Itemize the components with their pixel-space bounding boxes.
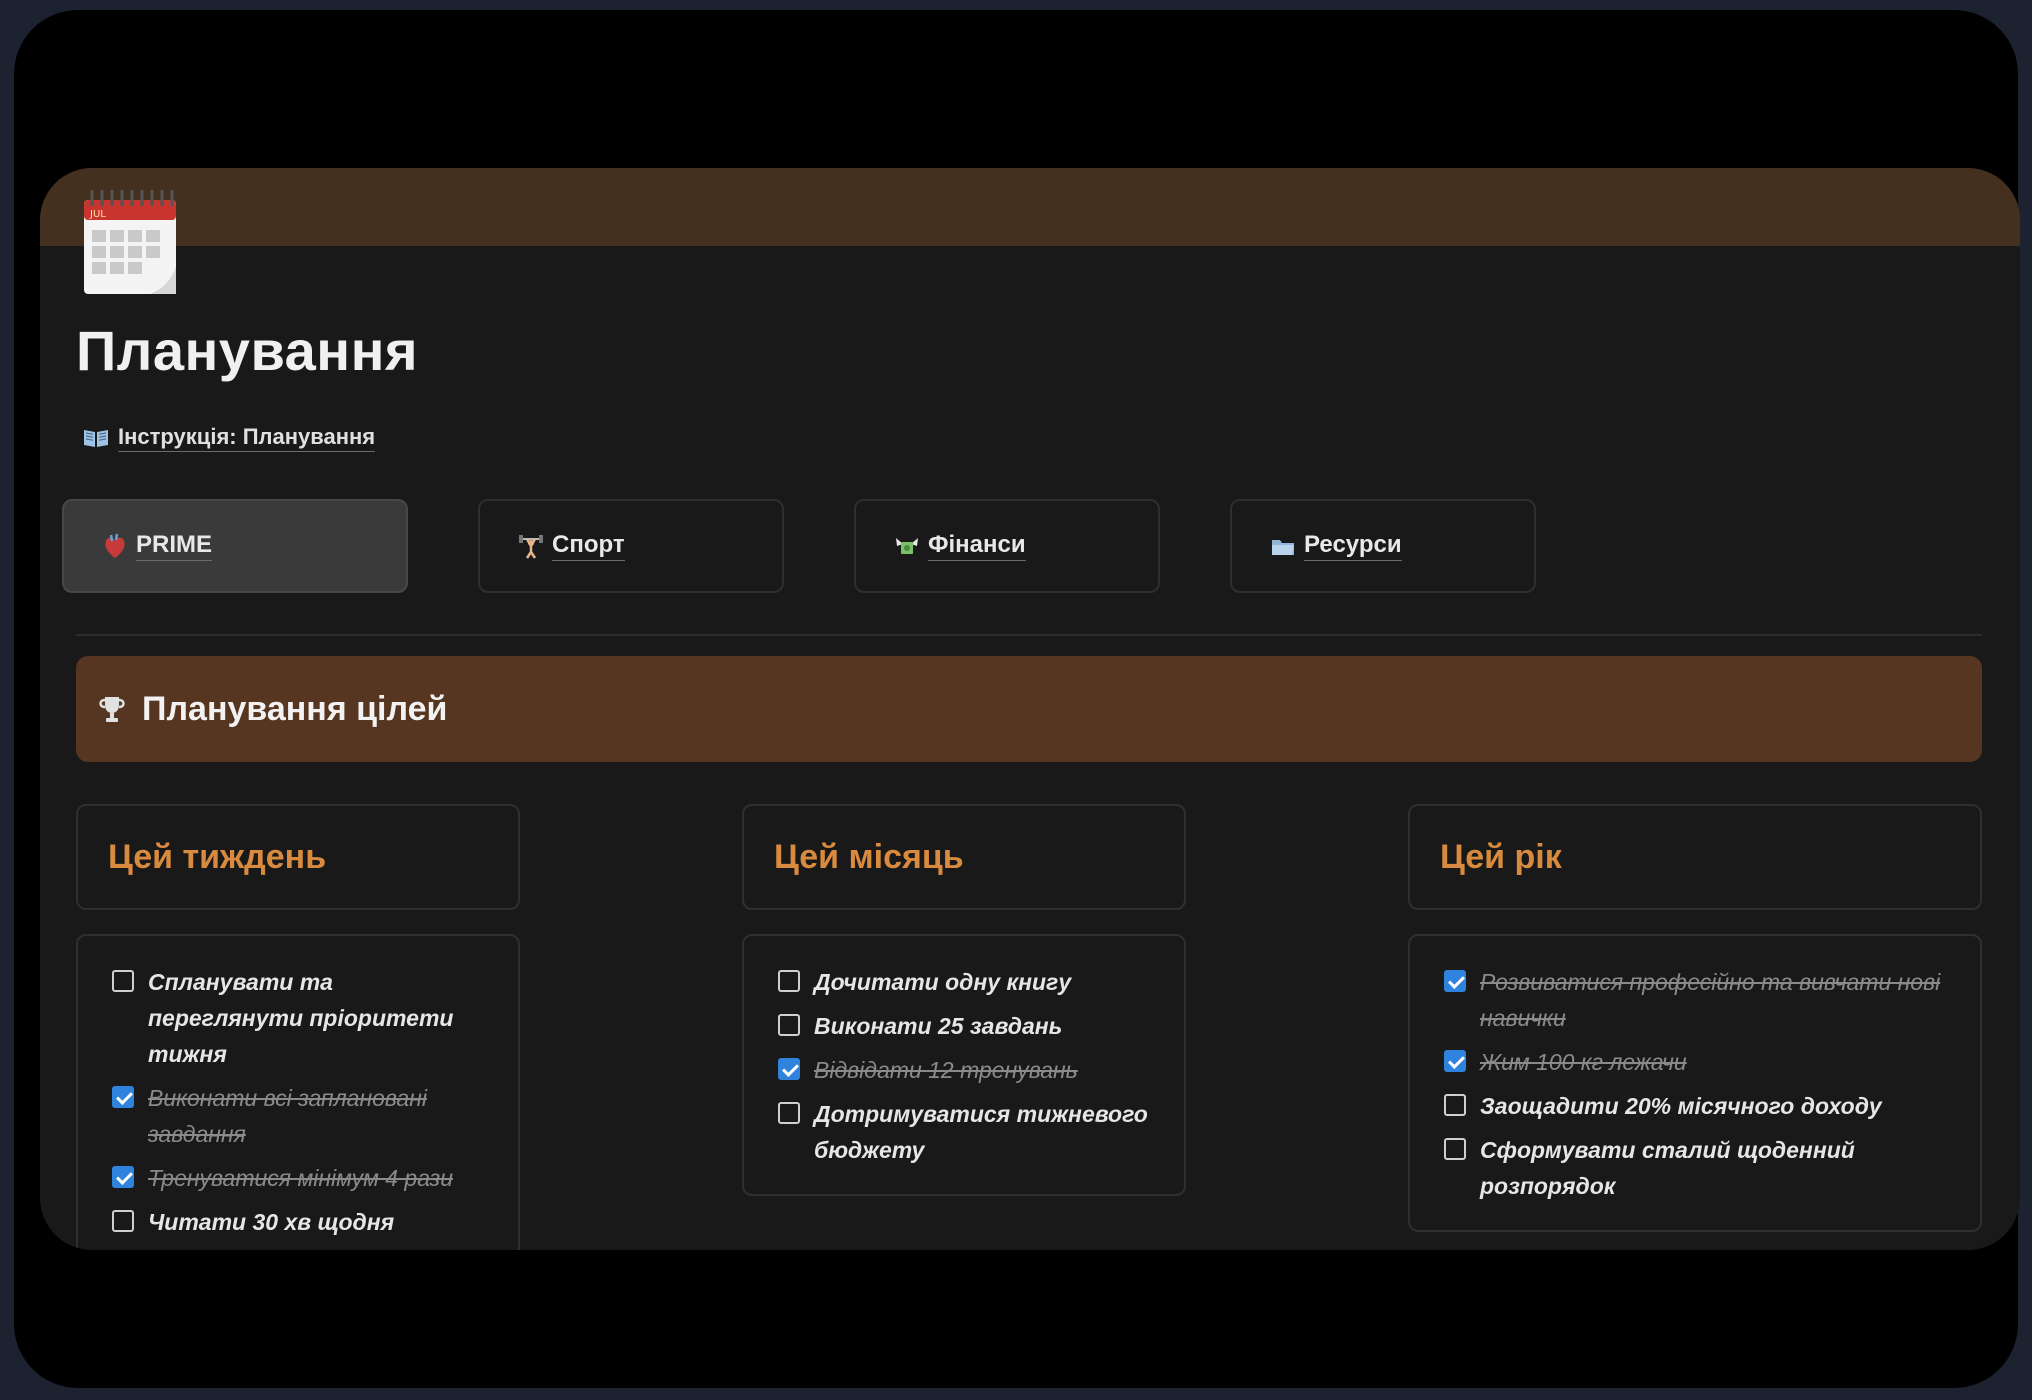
anatomical-heart-icon (102, 533, 128, 559)
todo-item[interactable]: Сформувати сталий щоденний розпорядок (1444, 1132, 1956, 1204)
column-heading-label: Цей тиждень (108, 837, 327, 876)
todo-list-month: Дочитати одну книгу Виконати 25 завдань … (742, 934, 1186, 1196)
todo-item[interactable]: Читати 30 хв щодня (112, 1204, 494, 1240)
todo-item[interactable]: Заощадити 20% місячного доходу (1444, 1088, 1956, 1124)
checkbox[interactable] (778, 1014, 800, 1036)
folder-icon (1270, 533, 1296, 559)
todo-item[interactable]: Дотримуватися тижневого бюджету (778, 1096, 1160, 1168)
checkbox-checked[interactable] (1444, 1050, 1466, 1072)
todo-text: Читати 30 хв щодня (148, 1209, 395, 1235)
todo-item[interactable]: Жим 100 кг лежачи (1444, 1044, 1956, 1080)
goals-banner: Планування цілей (76, 656, 1982, 762)
nav-button-prime[interactable]: PRIME (62, 499, 408, 593)
notion-page: JUL Планування Інструкція: Планування PR… (40, 168, 2020, 1250)
checkbox[interactable] (112, 1210, 134, 1232)
todo-item[interactable]: Дочитати одну книгу (778, 964, 1160, 1000)
checkbox[interactable] (1444, 1138, 1466, 1160)
column-heading-week: Цей тиждень (76, 804, 520, 910)
trophy-icon (99, 697, 125, 722)
todo-item[interactable]: Спланувати та переглянути пріоритети тиж… (112, 964, 494, 1072)
todo-list-year: Розвиватися професійно та вивчати нові н… (1408, 934, 1982, 1232)
nav-button-label: Ресурси (1304, 531, 1402, 561)
checkbox[interactable] (1444, 1094, 1466, 1116)
column-heading-label: Цей рік (1440, 837, 1562, 876)
todo-text: Дотримуватися тижневого бюджету (814, 1101, 1148, 1163)
nav-button-label: Спорт (552, 531, 625, 561)
nav-button-label: Фінанси (928, 531, 1026, 561)
todo-text: Відвідати 12 тренувань (814, 1057, 1078, 1083)
checkbox[interactable] (112, 970, 134, 992)
checkbox[interactable] (778, 970, 800, 992)
checkbox[interactable] (778, 1102, 800, 1124)
banner-title: Планування цілей (142, 689, 448, 728)
nav-button-finance[interactable]: Фінанси (854, 499, 1160, 593)
divider (76, 634, 1982, 636)
checkbox-checked[interactable] (778, 1058, 800, 1080)
weightlifter-icon (518, 533, 544, 559)
calendar-icon: JUL (84, 190, 176, 294)
todo-text: Розвиватися професійно та вивчати нові н… (1480, 969, 1941, 1031)
todo-list-week: Спланувати та переглянути пріоритети тиж… (76, 934, 520, 1250)
page-cover (40, 168, 2020, 246)
open-book-icon (84, 430, 108, 447)
device-frame: JUL Планування Інструкція: Планування PR… (14, 10, 2020, 1388)
column-heading-month: Цей місяць (742, 804, 1186, 910)
nav-button-resources[interactable]: Ресурси (1230, 499, 1536, 593)
checkbox-checked[interactable] (112, 1166, 134, 1188)
todo-item[interactable]: Тренуватися мінімум 4 рази (112, 1160, 494, 1196)
column-heading-year: Цей рік (1408, 804, 1982, 910)
todo-text: Сформувати сталий щоденний розпорядок (1480, 1137, 1855, 1199)
column-heading-label: Цей місяць (774, 837, 964, 876)
calendar-month: JUL (89, 209, 106, 220)
todo-text: Жим 100 кг лежачи (1480, 1049, 1687, 1075)
todo-text: Виконати 25 завдань (814, 1013, 1063, 1039)
nav-button-label: PRIME (136, 531, 213, 561)
todo-item[interactable]: Виконати всі заплановані завдання (112, 1080, 494, 1152)
todo-text: Спланувати та переглянути пріоритети тиж… (148, 969, 454, 1067)
page-title: Планування (76, 319, 419, 382)
money-wings-icon (894, 533, 920, 559)
instruction-link[interactable]: Інструкція: Планування (82, 424, 376, 452)
nav-button-sport[interactable]: Спорт (478, 499, 784, 593)
todo-text: Дочитати одну книгу (814, 969, 1072, 995)
checkbox-checked[interactable] (112, 1086, 134, 1108)
todo-text: Тренуватися мінімум 4 рази (148, 1165, 453, 1191)
todo-item[interactable]: Розвиватися професійно та вивчати нові н… (1444, 964, 1956, 1036)
todo-item[interactable]: Відвідати 12 тренувань (778, 1052, 1160, 1088)
checkbox-checked[interactable] (1444, 970, 1466, 992)
instruction-link-label: Інструкція: Планування (118, 424, 376, 452)
todo-item[interactable]: Виконати 25 завдань (778, 1008, 1160, 1044)
todo-text: Виконати всі заплановані завдання (148, 1085, 427, 1147)
todo-text: Заощадити 20% місячного доходу (1480, 1093, 1882, 1119)
